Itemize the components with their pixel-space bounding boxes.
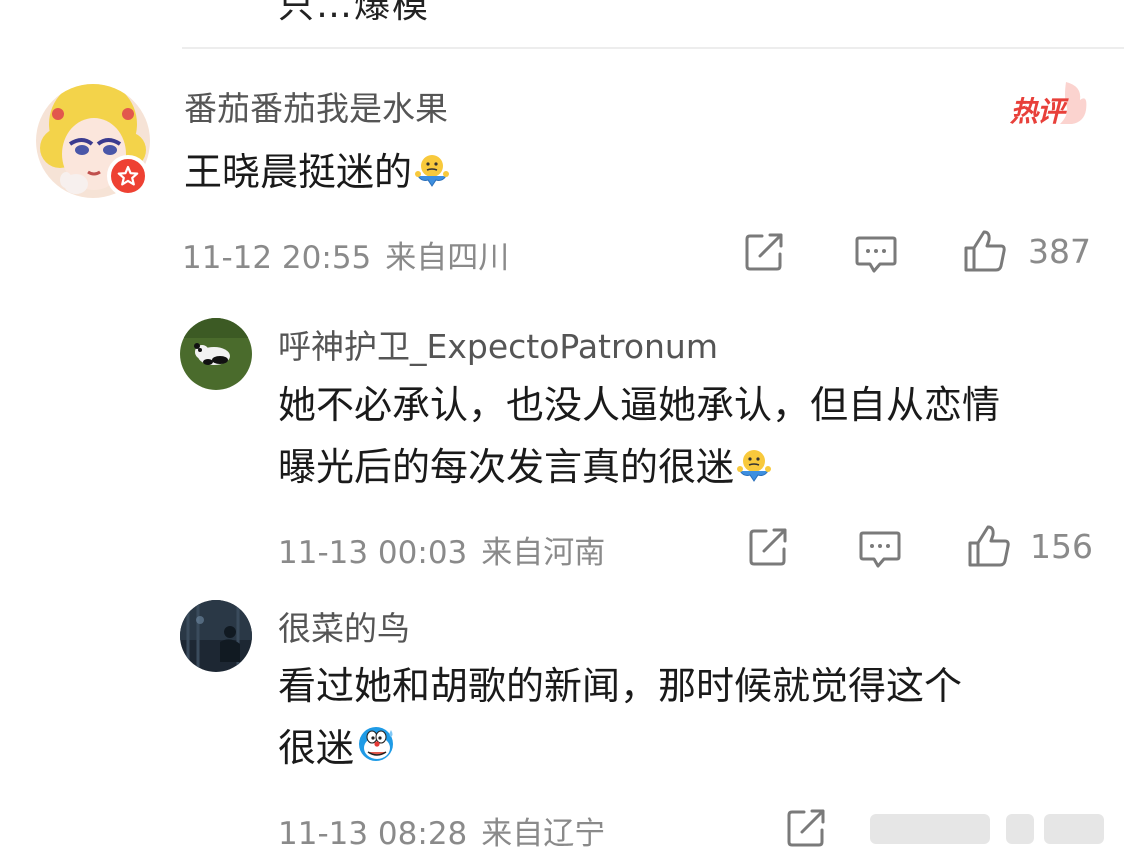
doraemon-sweat-icon <box>356 721 396 781</box>
shrug-emoji-icon <box>414 145 450 205</box>
comment-text: 很迷 <box>278 718 396 781</box>
comment-text-line: 她不必承认，也没人逼她承认，但自从恋情 <box>278 383 1001 427</box>
comment-meta: 11-12 20:55 来自四川 <box>182 232 509 277</box>
comment-time: 11-13 08:28 <box>278 816 468 852</box>
comment-time: 11-12 20:55 <box>182 240 372 276</box>
thumbs-up-icon <box>964 230 1006 272</box>
username[interactable]: 呼神护卫_ExpectoPatronum <box>278 320 718 368</box>
watermark <box>830 800 1124 855</box>
share-button[interactable] <box>748 527 790 567</box>
hot-comment-badge: 热评 <box>1004 76 1090 132</box>
comment-time: 11-13 00:03 <box>278 535 468 571</box>
share-button[interactable] <box>744 232 786 272</box>
username[interactable]: 番茄番茄我是水果 <box>184 82 448 130</box>
reply-button[interactable] <box>854 234 898 274</box>
comment-icon <box>855 236 897 273</box>
previous-comment-fragment: 只…爆模 <box>278 0 431 26</box>
reply-button[interactable] <box>858 529 902 569</box>
comment-icon <box>859 531 901 568</box>
verified-star-icon <box>107 155 149 197</box>
comment-text-line: 很迷 <box>278 726 355 770</box>
like-count: 387 <box>1028 232 1091 271</box>
comment-meta: 11-13 08:28 来自辽宁 <box>278 808 605 853</box>
avatar[interactable] <box>180 318 252 390</box>
comment-location: 来自四川 <box>385 240 510 276</box>
share-icon <box>745 233 783 271</box>
comment-text-line: 曝光后的每次发言真的很迷 <box>278 445 735 489</box>
comment-thread: 只…爆模 番茄番茄我是水果 热评 王晓晨挺迷的 11-12 20:55 来自四川… <box>0 0 1124 855</box>
like-button[interactable] <box>966 523 1012 569</box>
shrug-emoji-icon <box>736 440 772 500</box>
divider <box>182 47 1124 49</box>
share-button[interactable] <box>786 808 828 848</box>
username[interactable]: 很菜的鸟 <box>278 602 410 650</box>
comment-text: 曝光后的每次发言真的很迷 <box>278 437 772 500</box>
comment-location: 来自河南 <box>481 535 606 571</box>
share-icon <box>749 528 787 566</box>
comment-text: 王晓晨挺迷的 <box>184 142 450 205</box>
comment-location: 来自辽宁 <box>481 816 606 852</box>
hot-comment-label: 热评 <box>1010 95 1065 128</box>
like-count: 156 <box>1030 527 1093 566</box>
comment-text-content: 王晓晨挺迷的 <box>184 150 413 194</box>
share-icon <box>787 809 825 847</box>
like-button[interactable] <box>962 228 1008 274</box>
thumbs-up-icon <box>968 525 1010 567</box>
comment-text-line: 看过她和胡歌的新闻，那时候就觉得这个 <box>278 664 963 708</box>
comment-meta: 11-13 00:03 来自河南 <box>278 527 605 572</box>
avatar[interactable] <box>180 600 252 672</box>
